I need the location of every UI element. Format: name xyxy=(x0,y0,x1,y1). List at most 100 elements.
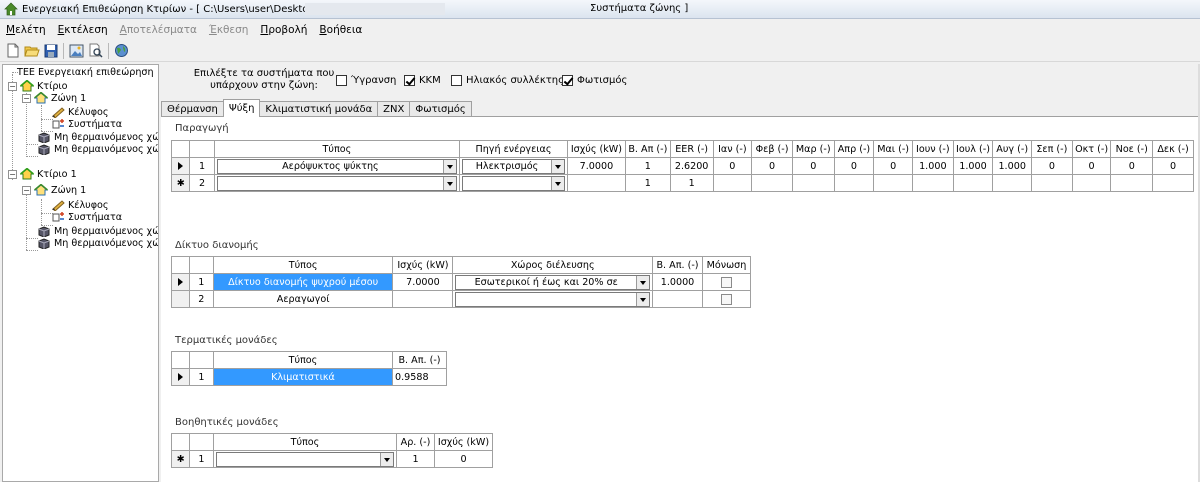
dropdown-arrow-icon[interactable] xyxy=(636,292,650,306)
tree-envelope[interactable]: Κέλυφος xyxy=(51,106,109,119)
month-cell-jan[interactable]: 0 xyxy=(712,157,753,175)
share-cell[interactable]: 1 xyxy=(624,157,671,175)
type-cell[interactable] xyxy=(213,174,461,192)
table-row[interactable]: 2 Αεραγωγοί xyxy=(171,290,752,308)
month-cell-nov[interactable] xyxy=(1110,174,1154,192)
tab-heating[interactable]: Θέρμανση xyxy=(161,101,224,117)
column-header-insulation[interactable]: Μόνωση xyxy=(701,256,752,274)
row-selector[interactable] xyxy=(171,290,190,308)
dropdown-arrow-icon[interactable] xyxy=(443,176,457,190)
menu-help[interactable]: Βοήθεια xyxy=(313,24,368,36)
column-header-jul[interactable]: Ιουλ (-) xyxy=(952,140,994,158)
month-cell-mar[interactable]: 0 xyxy=(791,157,835,175)
globe-icon[interactable] xyxy=(112,42,131,60)
tree-unheated-space[interactable]: Μη θερμαινόμενος χώ xyxy=(37,131,158,144)
tab-cooling[interactable]: Ψύξη xyxy=(222,99,261,117)
row-selector[interactable]: ✱ xyxy=(171,450,190,468)
tree-unheated-space[interactable]: Μη θερμαινόμενος χώ xyxy=(37,143,158,156)
month-cell-oct[interactable] xyxy=(1071,174,1112,192)
tree-zone[interactable]: Ζώνη 1 xyxy=(33,91,86,104)
month-cell-dec[interactable] xyxy=(1152,174,1194,192)
new-file-icon[interactable] xyxy=(3,42,22,60)
table-row-new[interactable]: ✱ 1 1 0 xyxy=(171,450,494,468)
column-header-eer[interactable]: EER (-) xyxy=(669,140,714,158)
energy-source-dropdown[interactable]: Ηλεκτρισμός xyxy=(462,158,565,174)
checkbox-box[interactable] xyxy=(336,75,347,86)
passage-space-cell[interactable] xyxy=(452,290,654,308)
column-header-type[interactable]: Τύπος xyxy=(213,140,461,158)
type-cell[interactable]: Δίκτυο διανομής ψυχρού μέσου xyxy=(212,273,394,291)
month-cell-jun[interactable]: 1.000 xyxy=(911,157,954,175)
month-cell-jul[interactable] xyxy=(952,174,994,192)
tab-air-handling-unit[interactable]: Κλιματιστική μονάδα xyxy=(259,101,379,117)
column-header-passage-space[interactable]: Χώρος διέλευσης xyxy=(452,256,654,274)
month-cell-apr[interactable]: 0 xyxy=(833,157,875,175)
share-cell[interactable]: 0.9588 xyxy=(392,368,447,386)
terminal-units-grid[interactable]: Τύπος Β. Απ. (-) 1 Κλιματιστικά 0.9588 xyxy=(171,351,447,386)
auxiliary-units-grid[interactable]: Τύπος Αρ. (-) Ισχύς (kW) ✱ 1 1 0 xyxy=(171,433,494,468)
distribution-grid[interactable]: Τύπος Ισχύς (kW) Χώρος διέλευσης Β. Απ. … xyxy=(171,256,752,308)
month-cell-apr[interactable] xyxy=(833,174,875,192)
share-cell[interactable]: 1 xyxy=(624,174,671,192)
share-cell[interactable] xyxy=(652,290,703,308)
passage-space-dropdown[interactable] xyxy=(455,291,651,307)
column-header-energy-source[interactable]: Πηγή ενέργειας xyxy=(459,140,568,158)
collapse-toggle[interactable]: − xyxy=(22,94,31,103)
month-cell-dec[interactable]: 0 xyxy=(1152,157,1194,175)
count-cell[interactable]: 1 xyxy=(396,450,435,468)
checkbox-box[interactable] xyxy=(562,75,573,86)
eer-cell[interactable]: 1 xyxy=(669,174,714,192)
menu-view[interactable]: Προβολή xyxy=(254,24,313,36)
production-grid[interactable]: Τύπος Πηγή ενέργειας Ισχύς (kW) Β. Απ (-… xyxy=(170,140,1194,192)
column-header-jan[interactable]: Ιαν (-) xyxy=(712,140,753,158)
type-dropdown[interactable] xyxy=(215,451,395,467)
column-header-jun[interactable]: Ιουν (-) xyxy=(911,140,954,158)
month-cell-aug[interactable]: 1.000 xyxy=(992,157,1033,175)
month-cell-aug[interactable] xyxy=(992,174,1033,192)
save-icon[interactable] xyxy=(41,42,60,60)
power-cell[interactable]: 7.0000 xyxy=(566,157,626,175)
row-selector[interactable]: ✱ xyxy=(170,174,191,192)
insulation-cell[interactable] xyxy=(701,273,752,291)
month-cell-sep[interactable] xyxy=(1031,174,1073,192)
type-cell[interactable]: Αερόψυκτος ψύκτης xyxy=(213,157,461,175)
table-row[interactable]: 1 Δίκτυο διανομής ψυχρού μέσου 7.0000 Εσ… xyxy=(171,273,752,291)
month-cell-jul[interactable]: 1.000 xyxy=(952,157,994,175)
insulation-checkbox[interactable] xyxy=(720,293,732,305)
tree-building[interactable]: Κτίριο 1 xyxy=(19,167,77,180)
table-row[interactable]: 1 Κλιματιστικά 0.9588 xyxy=(171,368,447,386)
tree-zone[interactable]: Ζώνη 1 xyxy=(33,183,86,196)
checkbox-box[interactable] xyxy=(451,75,462,86)
month-cell-may[interactable]: 0 xyxy=(873,157,913,175)
tree-systems[interactable]: Συστήματα xyxy=(51,118,122,130)
column-header-dec[interactable]: Δεκ (-) xyxy=(1152,140,1194,158)
month-cell-may[interactable] xyxy=(873,174,913,192)
type-cell[interactable]: Αεραγωγοί xyxy=(212,290,394,308)
collapse-toggle[interactable]: − xyxy=(8,82,17,91)
open-folder-icon[interactable] xyxy=(22,42,41,60)
tab-lighting[interactable]: Φωτισμός xyxy=(409,101,472,117)
table-row[interactable]: 1 Αερόψυκτος ψύκτης Ηλεκτρισμός 7.0000 1… xyxy=(170,157,1194,175)
image-icon[interactable] xyxy=(67,42,86,60)
row-selector[interactable] xyxy=(170,157,191,175)
column-header-may[interactable]: Μαι (-) xyxy=(873,140,913,158)
column-header-mar[interactable]: Μαρ (-) xyxy=(791,140,835,158)
collapse-toggle[interactable]: − xyxy=(22,186,31,195)
tab-dhw[interactable]: ΖΝΧ xyxy=(377,101,411,117)
column-header-type[interactable]: Τύπος xyxy=(212,351,394,369)
project-tree[interactable]: ΤΕΕ Ενεργειακή επιθεώρηση − Κτίριο − Ζών… xyxy=(2,64,159,482)
type-cell[interactable] xyxy=(212,450,398,468)
share-cell[interactable]: 1.0000 xyxy=(652,273,703,291)
insulation-checkbox[interactable] xyxy=(720,276,732,288)
collapse-toggle[interactable]: − xyxy=(8,170,17,179)
column-header-oct[interactable]: Οκτ (-) xyxy=(1071,140,1112,158)
print-preview-icon[interactable] xyxy=(86,42,105,60)
column-header-share[interactable]: Β. Απ. (-) xyxy=(392,351,447,369)
row-selector[interactable] xyxy=(171,273,190,291)
checkbox-lighting[interactable]: Φωτισμός xyxy=(562,75,627,86)
insulation-cell[interactable] xyxy=(701,290,752,308)
column-header-apr[interactable]: Απρ (-) xyxy=(833,140,875,158)
month-cell-mar[interactable] xyxy=(791,174,835,192)
checkbox-solar-collector[interactable]: Ηλιακός συλλέκτης xyxy=(451,75,564,86)
power-cell[interactable]: 0 xyxy=(433,450,494,468)
